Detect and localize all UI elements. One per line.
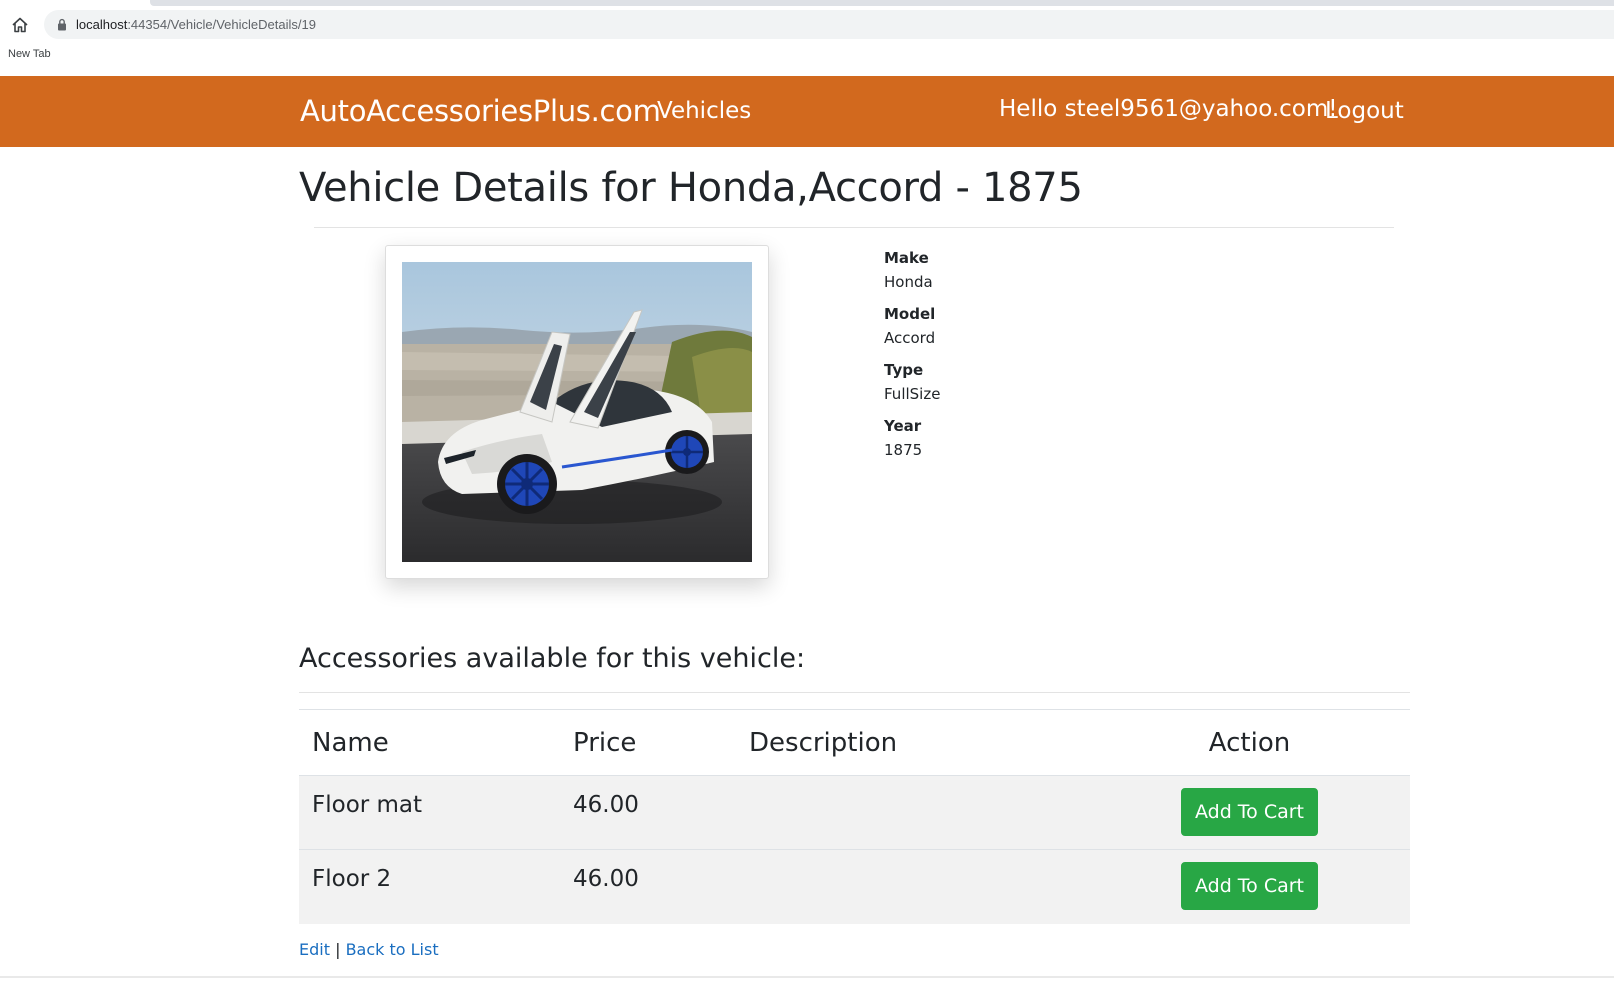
make-label: Make [884,249,929,267]
home-icon[interactable] [8,13,32,37]
accessory-name: Floor 2 [299,849,560,924]
type-value: FullSize [884,385,941,403]
column-header-description: Description [736,709,1089,776]
column-header-price: Price [560,709,736,776]
make-value: Honda [884,273,933,291]
year-label: Year [884,417,922,435]
add-to-cart-button[interactable]: Add To Cart [1181,862,1318,910]
table-row: Floor mat 46.00 Add To Cart [299,775,1410,850]
link-separator: | [335,940,341,959]
footer-links: Edit | Back to List [299,940,439,959]
vehicle-photo [402,262,752,562]
accessories-table: Name Price Description Action Floor mat … [299,709,1410,924]
footer-divider [0,976,1614,978]
nav-vehicles-link[interactable]: Vehicles [657,98,751,124]
brand-link[interactable]: AutoAccessoriesPlus.com [300,94,661,128]
action-cell: Add To Cart [1089,775,1410,850]
divider [314,227,1394,228]
divider [299,692,1410,693]
model-label: Model [884,305,936,323]
accessory-price: 46.00 [560,775,736,850]
tab-strip [150,0,1614,6]
browser-chrome: localhost:44354/Vehicle/VehicleDetails/1… [0,0,1614,74]
model-value: Accord [884,329,936,347]
type-label: Type [884,361,924,379]
accessory-name: Floor mat [299,775,560,850]
accessories-heading: Accessories available for this vehicle: [299,643,806,674]
year-value: 1875 [884,441,923,459]
address-bar[interactable]: localhost:44354/Vehicle/VehicleDetails/1… [44,10,1614,39]
lock-icon [56,18,68,32]
edit-link[interactable]: Edit [299,940,330,959]
table-header-row: Name Price Description Action [299,709,1410,776]
user-greeting-link[interactable]: Hello steel9561@yahoo.com! [999,96,1338,122]
page-title: Vehicle Details for Honda,Accord - 1875 [299,165,1083,211]
action-cell: Add To Cart [1089,849,1410,924]
column-header-name: Name [299,709,560,776]
logout-link[interactable]: Logout [1325,98,1404,124]
accessory-description [736,849,1089,924]
accessory-description [736,775,1089,850]
table-row: Floor 2 46.00 Add To Cart [299,849,1410,924]
vehicle-details-list: Make Honda Model Accord Type FullSize Ye… [884,246,940,470]
accessory-price: 46.00 [560,849,736,924]
site-navbar: AutoAccessoriesPlus.com Vehicles Hello s… [0,76,1614,147]
vehicle-image-card [385,245,769,579]
bookmark-new-tab[interactable]: New Tab [8,48,51,60]
back-to-list-link[interactable]: Back to List [346,940,439,959]
url-text: localhost:44354/Vehicle/VehicleDetails/1… [76,17,316,32]
add-to-cart-button[interactable]: Add To Cart [1181,788,1318,836]
column-header-action: Action [1089,709,1410,776]
